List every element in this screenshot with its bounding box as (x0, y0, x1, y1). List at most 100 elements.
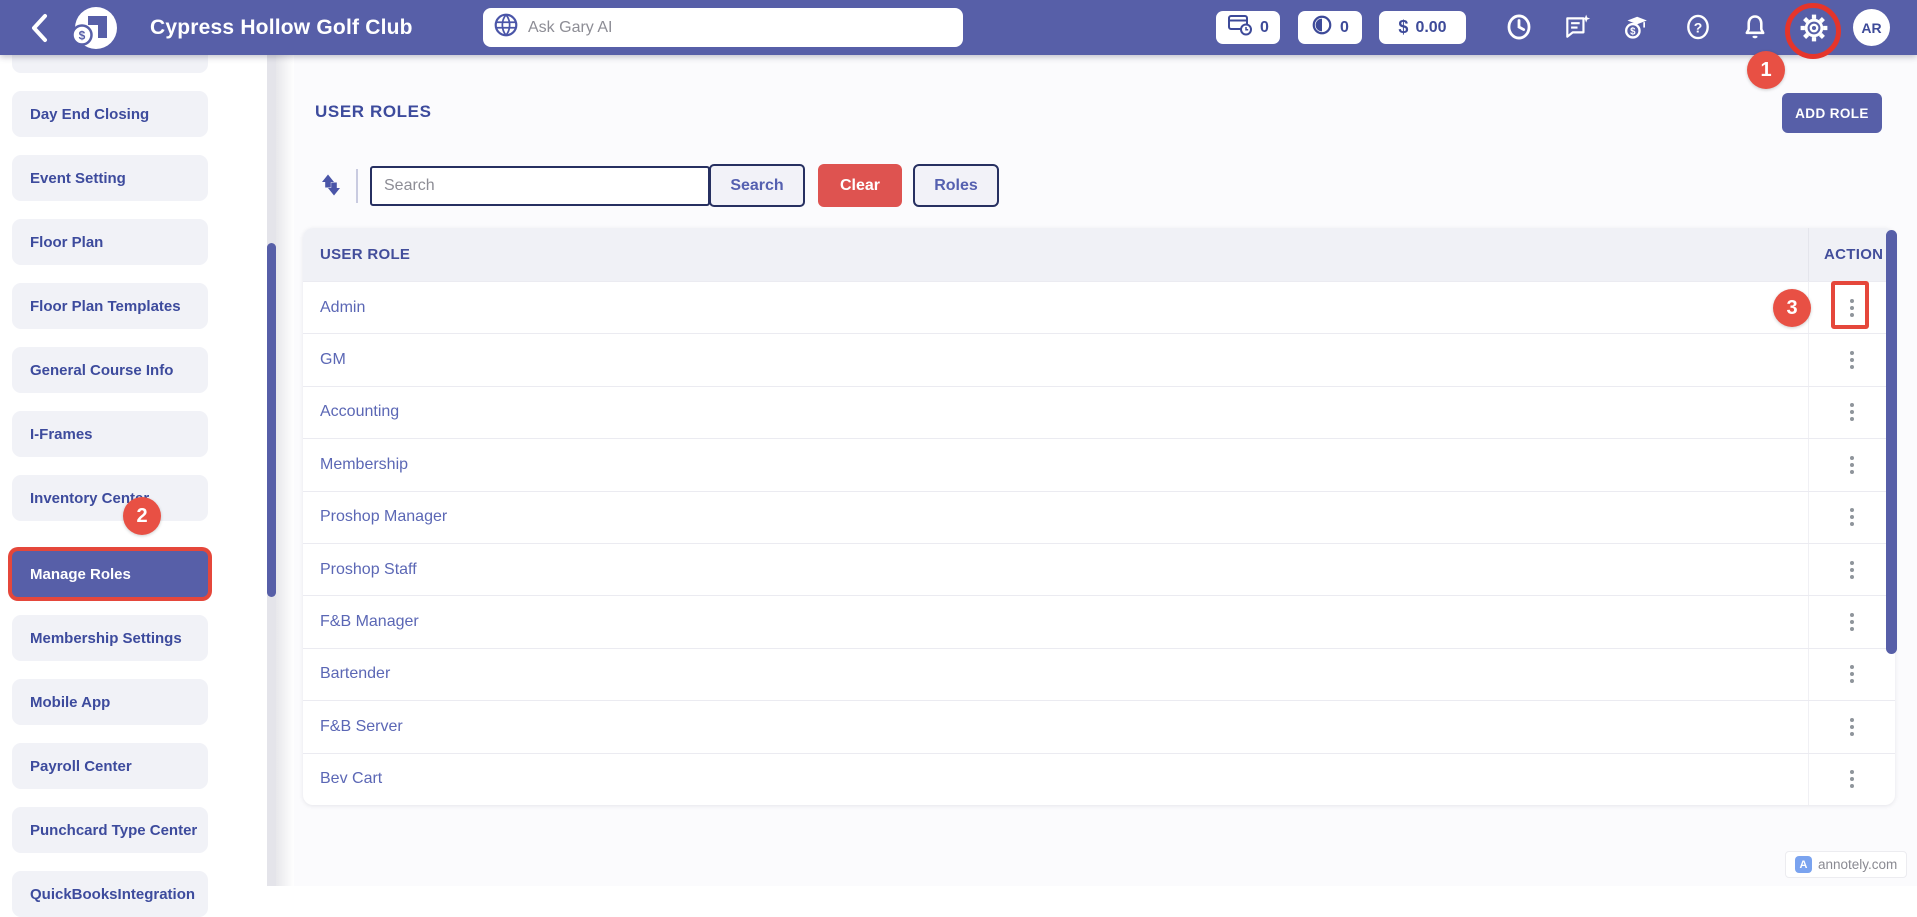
sidebar-item-label: Event Setting (30, 170, 126, 187)
annotation-step-2-badge: 2 (123, 497, 161, 535)
action-cell (1808, 754, 1895, 805)
graduate-dollar-icon[interactable]: $ (1621, 13, 1649, 41)
user-avatar[interactable]: AR (1853, 9, 1890, 46)
refresh-swap-icon[interactable] (316, 171, 346, 199)
sidebar-item[interactable]: QuickBooksIntegration (12, 871, 208, 917)
top-header-bar: $ Cypress Hollow Golf Club 0 (0, 0, 1917, 55)
table-scrollbar-thumb[interactable] (1886, 230, 1897, 654)
row-actions-kebab-button[interactable] (1837, 710, 1867, 744)
svg-text:$: $ (1630, 27, 1636, 38)
annotation-rect-admin-actions (1831, 281, 1869, 329)
duration-count-value: 0 (1340, 19, 1349, 37)
search-button[interactable]: Search (709, 164, 805, 207)
sidebar-item-label: Membership Settings (30, 630, 182, 647)
register-clock-icon (1227, 13, 1253, 42)
ask-gary-ai-input[interactable] (528, 19, 953, 37)
action-cell (1808, 334, 1895, 385)
table-row: Proshop Manager (303, 491, 1895, 543)
action-cell (1808, 492, 1895, 543)
annotation-circle-settings (1785, 3, 1841, 59)
role-name-cell: F&B Manager (303, 596, 1808, 647)
gary-ai-icon (493, 12, 519, 43)
sidebar-item-label: QuickBooksIntegration (30, 886, 195, 903)
sidebar-scrollbar-thumb[interactable] (267, 243, 276, 597)
cash-total-badge[interactable]: $ 0.00 (1379, 11, 1466, 44)
ask-gary-ai-search[interactable] (483, 8, 963, 47)
role-name-cell: Accounting (303, 387, 1808, 438)
table-row: F&B Manager (303, 595, 1895, 647)
row-actions-kebab-button[interactable] (1837, 553, 1867, 587)
annotation-step-3-badge: 3 (1773, 289, 1811, 327)
table-row: Bartender (303, 648, 1895, 700)
add-role-button[interactable]: ADD ROLE (1782, 93, 1882, 133)
row-actions-kebab-button[interactable] (1837, 343, 1867, 377)
search-input[interactable] (370, 166, 710, 206)
sidebar-item-label: Payroll Center (30, 758, 132, 775)
row-actions-kebab-button[interactable] (1837, 395, 1867, 429)
role-name-cell: Admin (303, 282, 1808, 333)
sidebar-item[interactable]: Floor Plan (12, 219, 208, 265)
action-cell (1808, 387, 1895, 438)
role-name-cell: Proshop Staff (303, 544, 1808, 595)
register-count-badge[interactable]: 0 (1216, 11, 1280, 44)
sidebar-item[interactable]: Manage Roles (12, 551, 208, 597)
back-chevron-icon[interactable] (28, 13, 50, 43)
svg-text:$: $ (79, 29, 86, 43)
action-cell (1808, 701, 1895, 752)
table-row: Accounting (303, 386, 1895, 438)
sidebar-item-partial[interactable] (12, 55, 208, 73)
table-header-row: USER ROLE ACTION (303, 228, 1895, 281)
sidebar-item[interactable]: Day End Closing (12, 91, 208, 137)
sidebar-item[interactable]: Punchcard Type Center (12, 807, 208, 853)
controls-divider (356, 169, 358, 203)
table-body: Admin GM Accounting (303, 281, 1895, 805)
club-caddie-logo-icon: $ (68, 2, 120, 54)
svg-text:?: ? (1694, 19, 1703, 35)
duration-icon (1311, 14, 1333, 41)
row-actions-kebab-button[interactable] (1837, 605, 1867, 639)
annotation-step-1-badge: 1 (1747, 51, 1785, 89)
sidebar-shadow (276, 55, 294, 886)
row-actions-kebab-button[interactable] (1837, 500, 1867, 534)
table-row: Bev Cart (303, 753, 1895, 805)
sidebar-item[interactable]: Membership Settings (12, 615, 208, 661)
sidebar-item[interactable]: Event Setting (12, 155, 208, 201)
column-header-user-role: USER ROLE (303, 228, 1808, 281)
row-actions-kebab-button[interactable] (1837, 657, 1867, 691)
sidebar-item[interactable]: Inventory Center (12, 475, 208, 521)
row-actions-kebab-button[interactable] (1837, 762, 1867, 796)
chat-sparkle-icon[interactable] (1563, 13, 1591, 41)
sidebar-item[interactable]: Floor Plan Templates (12, 283, 208, 329)
role-name-cell: Proshop Manager (303, 492, 1808, 543)
role-name-cell: Bev Cart (303, 754, 1808, 805)
sidebar-item[interactable]: I-Frames (12, 411, 208, 457)
club-name-title: Cypress Hollow Golf Club (150, 0, 413, 55)
user-roles-table: USER ROLE ACTION Admin GM (303, 228, 1895, 805)
sidebar-item[interactable]: Mobile App (12, 679, 208, 725)
role-name-cell: Bartender (303, 649, 1808, 700)
sidebar-item-label: Floor Plan Templates (30, 298, 181, 315)
settings-sidebar: Day End Closing Event Setting Floor Plan… (12, 55, 208, 917)
clear-button[interactable]: Clear (818, 164, 902, 207)
row-actions-kebab-button[interactable] (1837, 448, 1867, 482)
annotely-logo-icon: A (1795, 856, 1812, 873)
action-cell (1808, 544, 1895, 595)
help-icon[interactable]: ? (1684, 13, 1712, 41)
register-count-value: 0 (1260, 19, 1269, 37)
table-row: Proshop Staff (303, 543, 1895, 595)
notifications-bell-icon[interactable] (1741, 13, 1769, 41)
action-cell (1808, 596, 1895, 647)
sidebar-item[interactable]: Payroll Center (12, 743, 208, 789)
sidebar-item-label: Floor Plan (30, 234, 103, 251)
table-row: Admin (303, 281, 1895, 333)
clock-icon[interactable] (1505, 13, 1533, 41)
sidebar-item-label: Day End Closing (30, 106, 149, 123)
roles-button[interactable]: Roles (913, 164, 999, 207)
sidebar-item-label: Mobile App (30, 694, 110, 711)
sidebar-item[interactable]: General Course Info (12, 347, 208, 393)
annotely-watermark[interactable]: A annotely.com (1785, 851, 1907, 878)
role-name-cell: GM (303, 334, 1808, 385)
duration-count-badge[interactable]: 0 (1298, 11, 1362, 44)
sidebar-item-label: I-Frames (30, 426, 93, 443)
sidebar-item-label: Punchcard Type Center (30, 822, 197, 839)
